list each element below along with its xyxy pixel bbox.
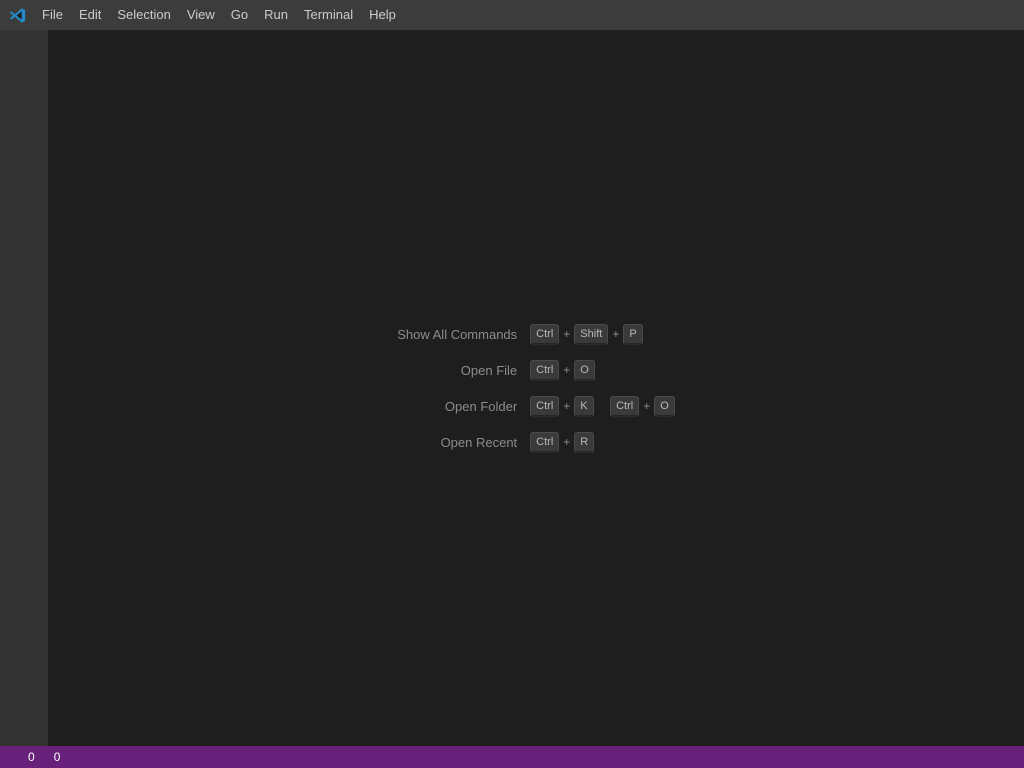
watermark-keys-open-file: Ctrl + O	[529, 352, 676, 388]
watermark-row-open-file[interactable]: Open File Ctrl + O	[396, 352, 676, 388]
watermark-label-open-recent: Open Recent	[440, 434, 518, 450]
status-item-problems[interactable]: 0 0	[8, 746, 65, 768]
key-chip-ctrl: Ctrl	[530, 395, 560, 417]
key-chip-o: O	[654, 395, 675, 417]
key-chip-ctrl: Ctrl	[530, 359, 560, 381]
status-bar: 0 0	[0, 746, 1024, 768]
menu-item-selection[interactable]: Selection	[109, 4, 178, 26]
watermark-row-open-recent[interactable]: Open Recent Ctrl + R	[396, 424, 676, 460]
menu-item-edit[interactable]: Edit	[71, 4, 109, 26]
watermark-label-show-all-commands: Show All Commands	[397, 326, 518, 342]
key-chip-o: O	[574, 359, 595, 381]
workbench-body: Show All Commands Ctrl + Shift + P Open …	[0, 30, 1024, 746]
vscode-logo-icon	[0, 0, 34, 30]
keybinding-chord: Ctrl + O	[530, 359, 595, 381]
key-separator: +	[563, 399, 571, 413]
key-chip-r: R	[574, 431, 595, 453]
menu-item-view[interactable]: View	[179, 4, 223, 26]
menu-item-file[interactable]: File	[34, 4, 71, 26]
status-bar-left-group: 0 0	[0, 746, 65, 768]
key-chip-ctrl: Ctrl	[530, 431, 560, 453]
key-separator: +	[612, 327, 620, 341]
watermark-row-show-all-commands[interactable]: Show All Commands Ctrl + Shift + P	[396, 316, 676, 352]
keybinding-chord: Ctrl + Shift + P	[530, 323, 643, 345]
menu-item-terminal[interactable]: Terminal	[296, 4, 361, 26]
menu-item-help[interactable]: Help	[361, 4, 404, 26]
watermark-row-open-folder[interactable]: Open Folder Ctrl + K Ctrl + O	[396, 388, 676, 424]
key-chip-p: P	[623, 323, 643, 345]
watermark-label-open-file: Open File	[460, 362, 518, 378]
vscode-window: File Edit Selection View Go Run Terminal…	[0, 0, 1024, 768]
editor-area[interactable]: Show All Commands Ctrl + Shift + P Open …	[48, 30, 1024, 746]
keybinding-chord: Ctrl + K	[530, 395, 594, 417]
key-chip-k: K	[574, 395, 594, 417]
key-separator: +	[643, 399, 651, 413]
error-count: 0	[28, 750, 35, 764]
watermark-shortcut-table: Show All Commands Ctrl + Shift + P Open …	[396, 316, 676, 460]
watermark-keys-open-recent: Ctrl + R	[529, 424, 676, 460]
key-chip-shift: Shift	[574, 323, 609, 345]
title-bar: File Edit Selection View Go Run Terminal…	[0, 0, 1024, 30]
editor-watermark: Show All Commands Ctrl + Shift + P Open …	[48, 316, 1024, 460]
watermark-label-open-folder: Open Folder	[444, 398, 518, 414]
keybinding-chord: Ctrl + O	[610, 395, 675, 417]
key-chip-ctrl: Ctrl	[610, 395, 640, 417]
menu-item-run[interactable]: Run	[256, 4, 296, 26]
key-separator: +	[563, 435, 571, 449]
key-separator: +	[563, 363, 571, 377]
key-separator: +	[563, 327, 571, 341]
menu-item-go[interactable]: Go	[223, 4, 256, 26]
watermark-keys-open-folder: Ctrl + K Ctrl + O	[529, 388, 676, 424]
warning-count: 0	[53, 750, 61, 764]
menu-bar: File Edit Selection View Go Run Terminal…	[34, 0, 404, 30]
activity-bar[interactable]	[0, 30, 48, 746]
key-chip-ctrl: Ctrl	[530, 323, 560, 345]
keybinding-chord: Ctrl + R	[530, 431, 595, 453]
watermark-keys-show-all-commands: Ctrl + Shift + P	[529, 316, 676, 352]
